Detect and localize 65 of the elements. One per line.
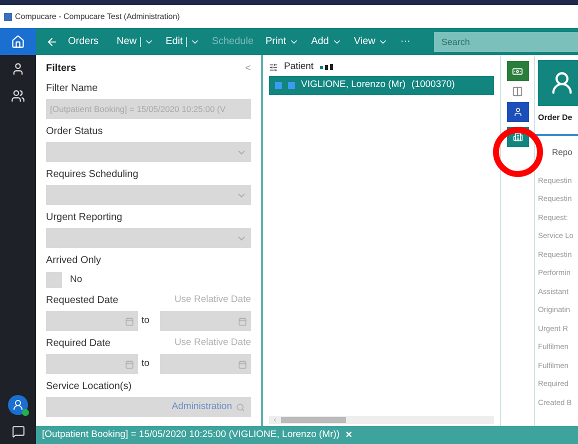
date-field[interactable] (46, 311, 138, 331)
building-icon (512, 132, 522, 142)
patient-name: VIGLIONE, Lorenzo (Mr) (301, 78, 406, 92)
detail-tab[interactable]: Repo (552, 146, 578, 159)
window-title: Compucare - Compucare Test (Administration) (15, 10, 180, 22)
toolbar-dropdown-button[interactable]: View (354, 34, 388, 49)
section-title: Order De (538, 112, 574, 124)
patient-number: (1000370) (412, 78, 455, 92)
location-field[interactable]: Administration (46, 397, 251, 417)
dropdown-field[interactable] (46, 185, 251, 205)
status-square-icon (275, 82, 282, 89)
calendar-icon (238, 360, 247, 368)
horizontal-scrollbar[interactable] (269, 416, 494, 424)
field-label: Arrived Only (46, 254, 102, 268)
calendar-icon (124, 360, 134, 368)
filter-icon[interactable] (269, 62, 278, 72)
date-field[interactable] (160, 311, 251, 331)
date-field[interactable] (160, 354, 251, 374)
sort-indicator-icon (320, 64, 334, 70)
app-logo-icon (4, 12, 12, 20)
person-icon (11, 62, 25, 76)
toolbar-split-button[interactable]: Edit (166, 34, 200, 49)
feedback-icon[interactable] (12, 425, 24, 438)
page-title: Orders (68, 35, 99, 49)
money-button[interactable] (506, 61, 528, 81)
user-avatar[interactable] (8, 395, 28, 415)
search-field[interactable]: Search (434, 32, 578, 52)
close-button[interactable]: × (346, 426, 352, 444)
toolbar-button[interactable]: ··· (400, 34, 410, 49)
location-value: Administration (172, 400, 232, 414)
field-label: Requires Scheduling (46, 168, 140, 182)
search-icon (236, 402, 245, 412)
patient-row[interactable]: VIGLIONE, Lorenzo (Mr) (1000370) (269, 76, 494, 95)
calendar-icon (238, 316, 247, 326)
banknote-icon (512, 66, 523, 76)
field-label: Required Date (46, 337, 110, 351)
date-field[interactable] (46, 354, 138, 374)
status-text: [Outpatient Booking] = 15/05/2020 10:25:00 (VIGLIONE, Lorenzo (Mr)) (42, 428, 340, 442)
highlight-circle (492, 126, 544, 178)
separator-text: to (142, 356, 150, 371)
columns-icon[interactable] (512, 86, 523, 97)
status-square-icon (288, 82, 295, 89)
separator-text: to (142, 314, 150, 328)
back-icon[interactable] (46, 36, 58, 48)
toolbar-dropdown-button[interactable]: Add (311, 34, 342, 49)
checkbox-label: No (70, 272, 82, 287)
checkbox[interactable] (46, 272, 62, 288)
person-icon (512, 107, 522, 117)
field-label: Service Location(s) (46, 380, 133, 394)
dropdown-field[interactable] (46, 228, 251, 248)
person-tab-button[interactable] (506, 102, 528, 122)
toolbar-dropdown-button[interactable]: Print (266, 34, 300, 49)
dropdown-field[interactable] (46, 142, 251, 162)
field-label: Order Status (46, 125, 104, 139)
field-label: Filter Name (46, 82, 99, 96)
home-icon (11, 34, 25, 48)
person-icon (12, 399, 24, 411)
field-label: Requested Date (46, 294, 118, 308)
column-header[interactable]: Patient (284, 60, 314, 74)
toolbar-split-button[interactable]: New (116, 34, 154, 49)
collapse-button[interactable]: < (245, 61, 251, 76)
field-label: Urgent Reporting (46, 211, 124, 225)
calendar-icon (124, 316, 134, 326)
people-icon (11, 88, 25, 102)
panel-title: Filters (46, 62, 76, 76)
